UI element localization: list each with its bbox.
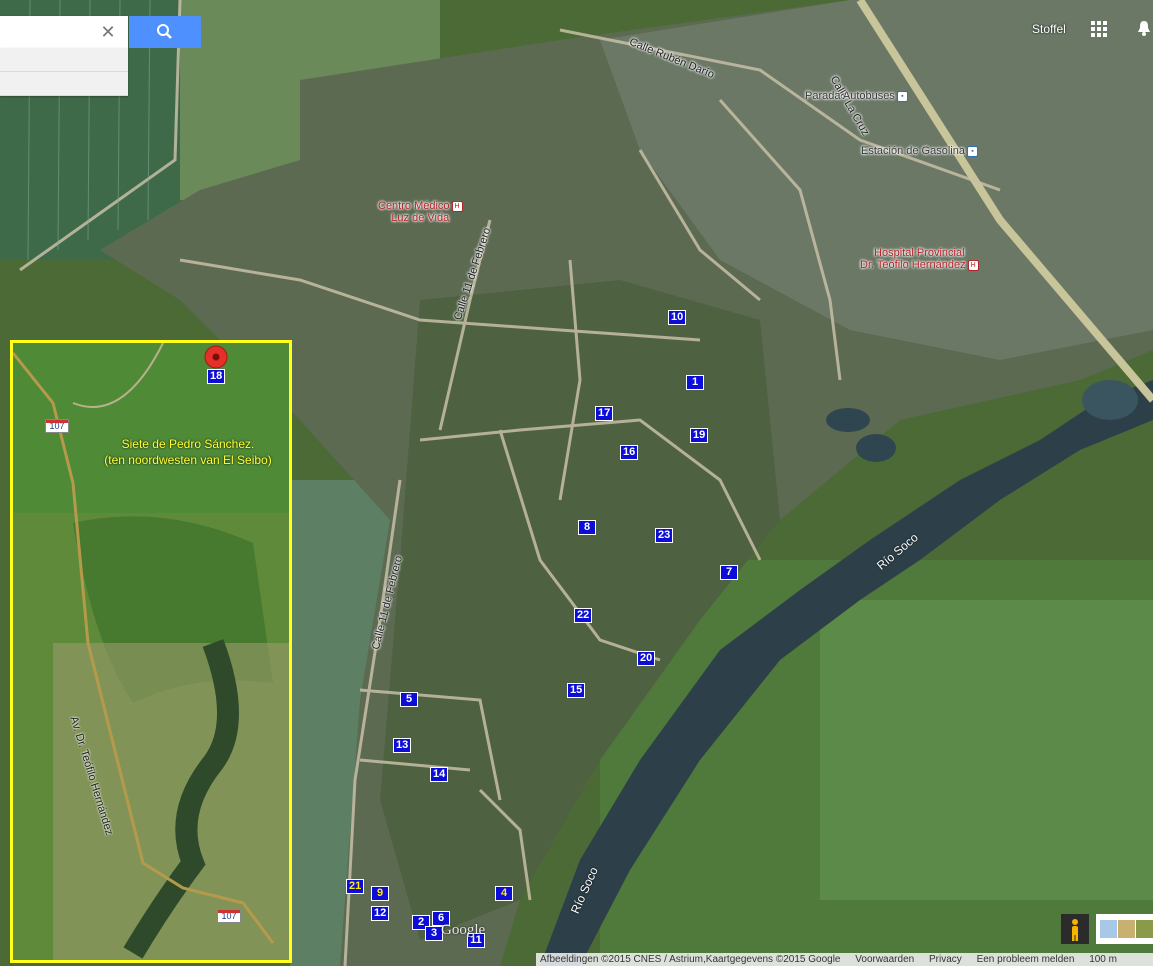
notifications-bell-icon[interactable] xyxy=(1137,20,1151,38)
gas-station-icon: ▪ xyxy=(966,145,978,157)
search-button[interactable] xyxy=(129,16,201,48)
map-marker-4[interactable]: 4 xyxy=(495,886,513,901)
poi-label: Estación de Gasolina xyxy=(861,145,965,157)
map-marker-5[interactable]: 5 xyxy=(400,692,418,707)
map-marker-10[interactable]: 10 xyxy=(668,310,687,325)
map-footer: Afbeeldingen ©2015 CNES / Astrium,Kaartg… xyxy=(536,953,1153,966)
map-marker-17[interactable]: 17 xyxy=(595,406,614,421)
layer-thumb-map[interactable] xyxy=(1100,920,1117,938)
map-marker-14[interactable]: 14 xyxy=(430,767,449,782)
map-marker-18[interactable]: 18 xyxy=(207,369,226,384)
map-marker-9[interactable]: 9 xyxy=(371,886,389,901)
hospital-icon: H xyxy=(967,259,979,271)
poi-label: Centro Médico xyxy=(378,200,450,212)
layers-panel[interactable] xyxy=(1096,914,1153,944)
layer-thumb-terrain[interactable] xyxy=(1118,920,1135,938)
map-marker-19[interactable]: 19 xyxy=(690,428,709,443)
route-107-shield: 107 xyxy=(45,419,69,433)
clear-search-icon[interactable]: ✕ xyxy=(98,22,118,42)
search-box: ✕ xyxy=(0,16,201,96)
google-logo: Google xyxy=(441,922,486,938)
scale-bar: 100 m xyxy=(1089,954,1117,965)
map-marker-15[interactable]: 15 xyxy=(567,683,586,698)
poi-estacion-gasolina[interactable]: Estación de Gasolina ▪ xyxy=(861,145,978,157)
poi-label-line2: Luz de Vida xyxy=(391,212,450,224)
map-marker-20[interactable]: 20 xyxy=(637,651,656,666)
imagery-attribution: Afbeeldingen ©2015 CNES / Astrium,Kaartg… xyxy=(540,954,841,965)
map-marker-16[interactable]: 16 xyxy=(620,445,639,460)
bus-stop-icon: ▪ xyxy=(896,90,908,102)
map-marker-13[interactable]: 13 xyxy=(393,738,412,753)
map-marker-8[interactable]: 8 xyxy=(578,520,596,535)
poi-centro-medico[interactable]: Centro Médico H Luz de Vida xyxy=(378,200,463,224)
inset-caption-line1: Siete de Pedro Sánchez. xyxy=(121,437,255,451)
search-suggestions xyxy=(0,48,128,96)
layer-thumb-earth[interactable] xyxy=(1136,920,1153,938)
inset-caption: Siete de Pedro Sánchez. (ten noordwesten… xyxy=(83,436,289,468)
map-marker-12[interactable]: 12 xyxy=(371,906,390,921)
inset-map: 107 107 18 Siete de Pedro Sánchez. (ten … xyxy=(10,340,292,963)
map-marker-23[interactable]: 23 xyxy=(655,528,674,543)
map-marker-21[interactable]: 21 xyxy=(346,879,365,894)
user-name[interactable]: Stoffel xyxy=(1032,22,1066,36)
suggestion-row[interactable] xyxy=(0,72,128,96)
map-marker-22[interactable]: 22 xyxy=(574,608,593,623)
poi-hospital-provincial[interactable]: Hospital Provincial Dr. Teófilo Hernánde… xyxy=(860,247,979,271)
terms-link[interactable]: Voorwaarden xyxy=(855,954,914,965)
search-icon xyxy=(157,24,172,39)
suggestion-row[interactable] xyxy=(0,48,128,72)
privacy-link[interactable]: Privacy xyxy=(929,954,962,965)
map-marker-1[interactable]: 1 xyxy=(686,375,704,390)
poi-label: Parada Autobuses xyxy=(805,90,895,102)
inset-caption-line2: (ten noordwesten van El Seibo) xyxy=(104,453,272,467)
apps-grid-icon[interactable] xyxy=(1091,21,1107,37)
pegman-icon xyxy=(1072,919,1078,941)
poi-label-line2: Dr. Teófilo Hernández xyxy=(860,259,966,271)
report-problem-link[interactable]: Een probleem melden xyxy=(977,954,1075,965)
poi-label: Hospital Provincial xyxy=(874,247,965,259)
map-marker-7[interactable]: 7 xyxy=(720,565,738,580)
route-107-shield: 107 xyxy=(217,909,241,923)
poi-parada-autobuses[interactable]: Parada Autobuses ▪ xyxy=(805,90,908,102)
street-view-pegman[interactable] xyxy=(1061,914,1089,944)
hospital-icon: H xyxy=(451,200,463,212)
